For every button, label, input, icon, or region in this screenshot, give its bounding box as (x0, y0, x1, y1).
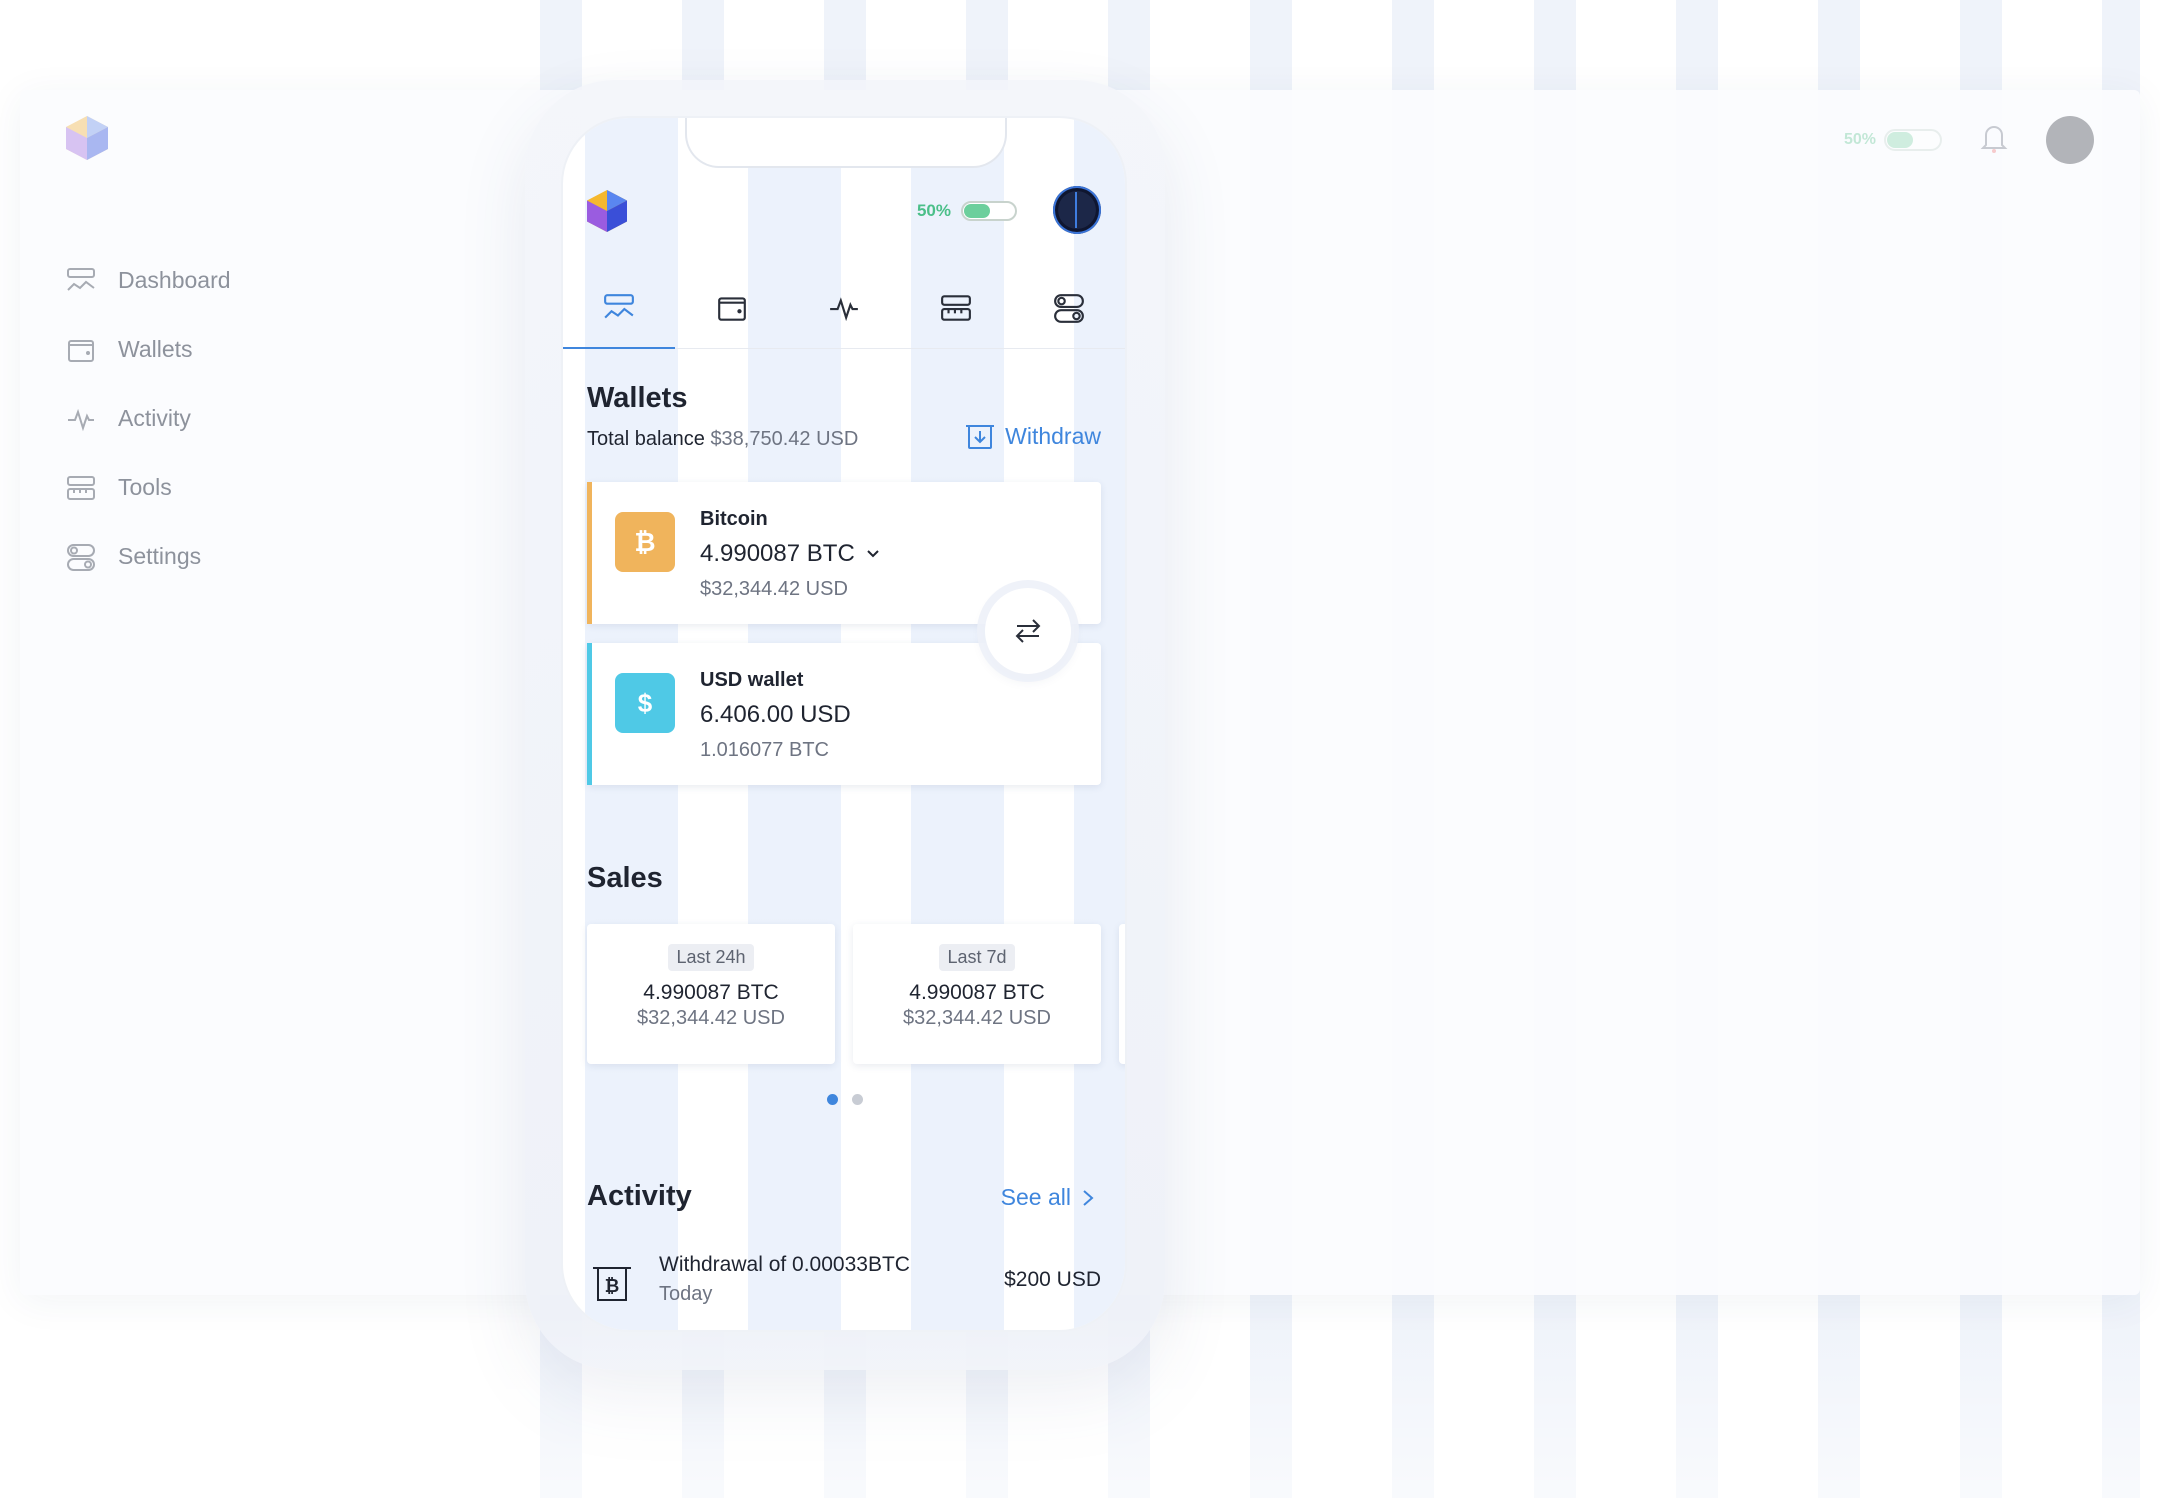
tab-settings[interactable] (1013, 268, 1125, 348)
wallet-value: 4.990087 BTC (700, 540, 855, 567)
sales-btc: 4.990087 BTC (643, 981, 779, 1004)
wallet-sub-value: 1.016077 BTC (700, 739, 829, 761)
bell-icon (1980, 125, 2008, 153)
withdraw-label: Withdraw (1005, 422, 1101, 449)
sidebar-item-label: Activity (118, 405, 191, 431)
tools-icon (941, 295, 972, 321)
sales-usd: $32,344.42 USD (903, 1007, 1051, 1029)
total-balance-label: Total balance (587, 428, 705, 450)
desktop-topbar: 50% (1844, 116, 2094, 164)
tab-tools[interactable] (900, 268, 1012, 348)
user-avatar[interactable] (1053, 186, 1101, 234)
see-all-label: See all (1000, 1184, 1071, 1210)
battery-percent: 50% (916, 201, 951, 220)
sidebar-item-tools[interactable]: Tools (66, 453, 231, 522)
tab-wallets[interactable] (675, 268, 787, 348)
see-all-link[interactable]: See all (1001, 1184, 1095, 1211)
activity-title: Activity (587, 1180, 692, 1212)
sales-usd: $32,344.42 USD (637, 1007, 785, 1029)
total-balance-amount: $38,750.42 USD (710, 428, 859, 450)
sales-card[interactable]: Last 7d 4.990087 BTC $32,344.42 USD (853, 924, 1101, 1064)
user-avatar[interactable] (2046, 116, 2094, 164)
app-logo (587, 190, 627, 232)
wallet-accent-bar (587, 643, 592, 785)
swap-icon (1015, 619, 1041, 643)
activity-item[interactable]: ₿ Withdrawal of 0.00033BTC Today $200 US… (587, 1253, 1101, 1323)
chevron-right-icon (1083, 1189, 1094, 1206)
carousel-pagination (827, 1094, 863, 1105)
withdraw-icon (966, 425, 995, 449)
settings-icon (67, 543, 95, 571)
sidebar-item-label: Wallets (118, 336, 193, 362)
sidebar-item-settings[interactable]: Settings (66, 522, 231, 591)
sidebar: Dashboard Wallets Activity Tools Setting… (66, 246, 231, 591)
sales-card[interactable]: Last 24h 4.990087 BTC $32,344.42 USD (587, 924, 835, 1064)
pagination-dot-active[interactable] (827, 1094, 838, 1105)
wallet-value-text: 6.406.00 USD (700, 701, 851, 728)
sales-period: Last 24h (668, 944, 754, 971)
sales-card-peek[interactable] (1119, 924, 1125, 1064)
sidebar-item-label: Tools (118, 474, 172, 500)
sidebar-item-label: Dashboard (118, 267, 231, 293)
wallet-value-selector[interactable]: 4.990087 BTC (700, 540, 881, 568)
activity-title-text: Withdrawal of 0.00033BTC (659, 1253, 910, 1276)
swap-button[interactable] (985, 588, 1071, 674)
sales-period: Last 7d (939, 944, 1015, 971)
sidebar-item-activity[interactable]: Activity (66, 384, 231, 453)
wallet-name: USD wallet (700, 669, 804, 691)
activity-date: Today (659, 1283, 713, 1305)
wallet-sub-value: $32,344.42 USD (700, 578, 848, 600)
sidebar-item-dashboard[interactable]: Dashboard (66, 246, 231, 315)
activity-icon (68, 408, 94, 431)
battery-indicator: 50% (917, 201, 1017, 221)
tab-activity[interactable] (788, 268, 900, 348)
wallet-value: 6.406.00 USD (700, 701, 851, 729)
dollar-icon: $ (615, 673, 675, 733)
wallet-icon (717, 297, 746, 321)
sales-btc: 4.990087 BTC (909, 981, 1045, 1004)
app-logo (66, 116, 108, 160)
wallets-title: Wallets (587, 382, 688, 414)
tab-dashboard[interactable] (563, 268, 676, 349)
activity-icon (830, 297, 858, 322)
activity-amount: $200 USD (1004, 1268, 1101, 1291)
dashboard-icon (604, 294, 635, 319)
wallet-name: Bitcoin (700, 508, 768, 530)
battery-indicator: 50% (1844, 129, 1942, 151)
dashboard-icon (67, 267, 95, 291)
battery-bar (961, 201, 1017, 221)
total-balance: Total balance $38,750.42 USD (587, 428, 858, 451)
phone-screen: 50% Wallets Total balance $38,750.42 USD… (563, 118, 1125, 1330)
bitcoin-withdraw-icon: ₿ (593, 1267, 631, 1301)
phone-notch (685, 118, 1007, 168)
withdraw-button[interactable]: Withdraw (965, 422, 1101, 450)
sidebar-item-label: Settings (118, 543, 202, 569)
tab-bar (563, 268, 1125, 349)
bitcoin-icon: ₿ (615, 512, 675, 572)
sales-title: Sales (587, 862, 663, 894)
sidebar-item-wallets[interactable]: Wallets (66, 315, 231, 384)
battery-bar (1884, 129, 1942, 151)
pagination-dot[interactable] (852, 1094, 863, 1105)
wallet-accent-bar (587, 482, 592, 624)
settings-icon (1053, 294, 1084, 323)
notifications-button[interactable] (1978, 121, 2010, 160)
wallet-icon (68, 339, 94, 362)
battery-percent: 50% (1843, 131, 1876, 148)
svg-text:₿: ₿ (605, 1276, 620, 1297)
tools-icon (67, 475, 95, 500)
chevron-down-icon (867, 550, 879, 558)
